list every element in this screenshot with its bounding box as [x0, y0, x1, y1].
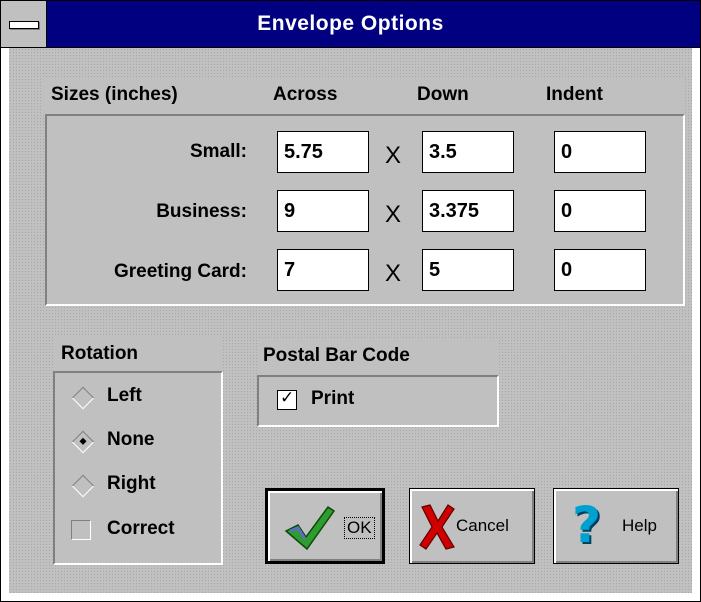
- blue-question-mark-icon: ?: [572, 496, 602, 554]
- help-button-label: Help: [622, 516, 657, 535]
- print-option[interactable]: ✓ Print: [271, 384, 471, 418]
- greeting-card-size-label: Greeting Card:: [113, 261, 247, 282]
- small-indent-input[interactable]: 0: [554, 131, 646, 173]
- rotation-left-option[interactable]: Left: [67, 380, 217, 414]
- down-column-header: Down: [417, 84, 469, 105]
- business-times-label: X: [385, 201, 402, 228]
- cancel-button-label: Cancel: [456, 516, 509, 535]
- rotation-right-option[interactable]: Right: [67, 468, 217, 502]
- across-column-header: Across: [273, 84, 338, 105]
- rotation-left-label: Left: [107, 385, 142, 406]
- indent-column-header: Indent: [546, 84, 603, 105]
- cancel-button[interactable]: Cancel: [409, 488, 535, 564]
- dialog-client-area: Sizes (inches) Across Down Indent Small:…: [9, 48, 692, 593]
- greeting-card-across-input[interactable]: 7: [277, 249, 369, 291]
- greeting-card-indent-input[interactable]: 0: [554, 249, 646, 291]
- sizes-header: Sizes (inches): [51, 84, 178, 105]
- title-bar: Envelope Options: [1, 1, 700, 48]
- help-button[interactable]: ? Help: [553, 488, 679, 564]
- business-indent-input[interactable]: 0: [554, 190, 646, 232]
- small-size-label: Small:: [189, 141, 247, 162]
- correct-checkbox[interactable]: [71, 520, 91, 540]
- window-title: Envelope Options: [257, 12, 444, 35]
- ok-button-label: OK: [344, 517, 375, 539]
- print-checkbox[interactable]: ✓: [277, 388, 297, 410]
- rotation-right-label: Right: [107, 473, 156, 494]
- correct-label: Correct: [107, 518, 175, 539]
- red-x-icon: [419, 504, 455, 550]
- rotation-none-radio[interactable]: [71, 430, 95, 454]
- greeting-card-times-label: X: [385, 260, 402, 287]
- correct-option[interactable]: Correct: [67, 513, 217, 547]
- check-mark-icon: ✓: [280, 388, 295, 408]
- greeting-card-down-input[interactable]: 5: [422, 249, 514, 291]
- envelope-options-dialog: Envelope Options Sizes (inches) Across D…: [0, 0, 701, 602]
- green-checkmark-icon: [284, 505, 336, 551]
- rotation-right-radio[interactable]: [71, 474, 95, 498]
- print-label: Print: [311, 388, 355, 409]
- small-down-input[interactable]: 3.5: [422, 131, 514, 173]
- small-across-input[interactable]: 5.75: [277, 131, 369, 173]
- rotation-none-label: None: [107, 429, 155, 450]
- rotation-none-option[interactable]: None: [67, 424, 217, 458]
- business-across-input[interactable]: 9: [277, 190, 369, 232]
- small-times-label: X: [385, 142, 402, 169]
- business-down-input[interactable]: 3.375: [422, 190, 514, 232]
- rotation-header: Rotation: [61, 343, 139, 364]
- postal-bar-code-header: Postal Bar Code: [263, 345, 410, 366]
- rotation-left-radio[interactable]: [71, 386, 95, 410]
- business-size-label: Business:: [156, 201, 247, 222]
- ok-button[interactable]: OK: [265, 488, 385, 564]
